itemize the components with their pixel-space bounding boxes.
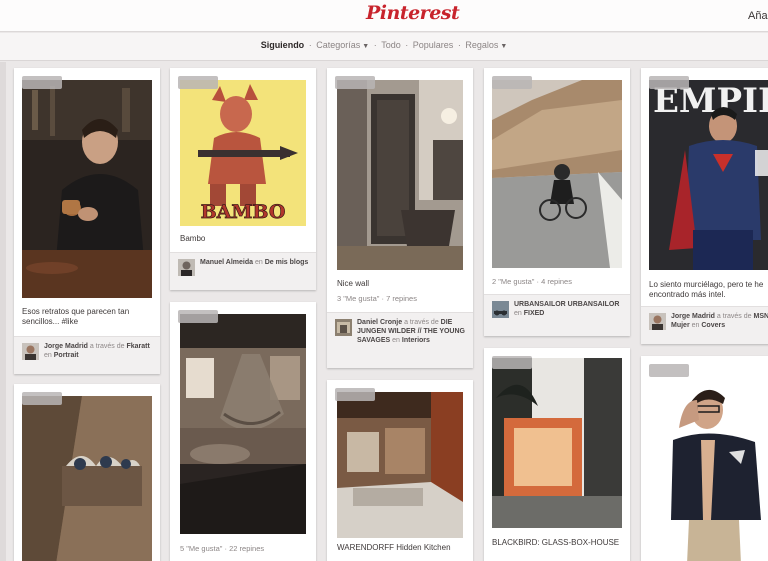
pin-image-man-drinking-coffee[interactable]: [22, 80, 152, 298]
attribution-user[interactable]: Daniel Cronje: [357, 319, 402, 326]
pin-image-hidden-kitchen[interactable]: [337, 392, 463, 538]
pin-image-man-in-blazer[interactable]: [649, 370, 768, 561]
pin-image-empire-magazine-cover[interactable]: EMPIRE: [649, 80, 768, 270]
category-nav: Siguiendo · Categorías ▼ · Todo · Popular…: [0, 33, 768, 61]
pin-image-glass-box-house[interactable]: [492, 358, 622, 528]
repin-button[interactable]: [178, 76, 218, 89]
attribution-board[interactable]: Portrait: [54, 352, 79, 359]
nav-siguiendo[interactable]: Siguiendo: [261, 40, 305, 50]
pin-description: Lo siento murciélago, pero te he encontr…: [649, 280, 764, 299]
attribution-user[interactable]: Manuel Almeida: [200, 259, 253, 266]
left-edge-pin-fragment: [0, 62, 6, 561]
attribution-user[interactable]: Jorge Madrid: [671, 313, 715, 320]
attribution-text: Jorge Madrid a través de Fkaratt en Port…: [44, 342, 156, 360]
attribution-board[interactable]: Covers: [701, 322, 725, 329]
pin-description: Bambo: [180, 234, 206, 243]
attribution-board[interactable]: Interiors: [402, 337, 430, 344]
pin-card-interior-bathtub[interactable]: Nice wall 3 "Me gusta" · 7 repines Danie…: [327, 68, 473, 368]
pin-description: BLACKBIRD: GLASS-BOX-HOUSE: [492, 538, 620, 547]
pin-attribution: Daniel Cronje a través de DIE JUNGEN WIL…: [327, 312, 473, 368]
nav-todo[interactable]: Todo: [381, 40, 401, 50]
pin-description: Esos retratos que parecen tan sencillos.…: [22, 307, 130, 326]
repin-button[interactable]: [22, 392, 62, 405]
pin-image-bambo-poster[interactable]: BAMBO: [180, 80, 306, 226]
pin-card-man-in-blazer[interactable]: [641, 356, 768, 561]
pin-attribution: Manuel Almeida en De mis blogs: [170, 252, 316, 290]
avatar[interactable]: [649, 313, 666, 330]
pin-image-tweed-jacket-pocket-square[interactable]: [22, 396, 152, 561]
repin-button[interactable]: [649, 364, 689, 377]
repin-button[interactable]: [492, 76, 532, 89]
nav-separator: ·: [405, 40, 409, 50]
attribution-on: en: [392, 337, 400, 344]
attribution-text: Jorge Madrid a través de MSN Mujer en Co…: [671, 312, 768, 330]
pin-card-bambo[interactable]: BAMBO Bambo Manuel Almeida en De mis blo…: [170, 68, 316, 290]
nav-separator: ·: [457, 40, 461, 50]
pin-card-hammock-loft[interactable]: 5 "Me gusta" · 22 repines: [170, 302, 316, 561]
pin-image-hammock-loft[interactable]: [180, 314, 306, 534]
pin-card-coffee-portrait[interactable]: Esos retratos que parecen tan sencillos.…: [14, 68, 160, 374]
pin-attribution: Jorge Madrid a través de Fkaratt en Port…: [14, 336, 160, 374]
repin-button[interactable]: [22, 76, 62, 89]
repin-button[interactable]: [335, 388, 375, 401]
pin-image-concrete-bathtub[interactable]: [337, 80, 463, 270]
nav-separator: ·: [373, 40, 377, 50]
top-bar: Pinterest Añad: [0, 0, 768, 32]
nav-regalos[interactable]: Regalos ▼: [465, 40, 507, 50]
attribution-board[interactable]: De mis blogs: [265, 259, 309, 266]
attribution-user[interactable]: URBANSAILOR URBANSAILOR: [514, 301, 619, 308]
repin-button[interactable]: [649, 76, 689, 89]
pin-stats: 2 "Me gusta" · 4 repines: [492, 277, 572, 286]
attribution-via: a través de: [404, 319, 439, 326]
pin-card-blackbird-house[interactable]: BLACKBIRD: GLASS-BOX-HOUSE: [484, 348, 630, 561]
avatar[interactable]: [178, 259, 195, 276]
attribution-text: Daniel Cronje a través de DIE JUNGEN WIL…: [357, 318, 469, 345]
bambo-poster-title: BAMBO: [201, 201, 286, 223]
avatar[interactable]: [335, 319, 352, 336]
nav-populares[interactable]: Populares: [413, 40, 454, 50]
add-link[interactable]: Añad: [748, 10, 768, 22]
nav-separator: ·: [308, 40, 312, 50]
pin-card-tweed-pocket[interactable]: [14, 384, 160, 561]
pin-description: Nice wall: [337, 279, 370, 288]
pin-image-mountain-cyclist[interactable]: [492, 80, 622, 268]
nav-categorias[interactable]: Categorías ▼: [316, 40, 369, 50]
pin-stats: 5 "Me gusta" · 22 repines: [180, 544, 265, 553]
attribution-on: en: [254, 259, 263, 266]
attribution-text: Manuel Almeida en De mis blogs: [200, 258, 312, 267]
attribution-on: en: [514, 310, 522, 317]
repin-button[interactable]: [492, 356, 532, 369]
attribution-text: URBANSAILOR URBANSAILOR en FIXED: [514, 300, 626, 318]
attribution-on: en: [44, 352, 52, 359]
pin-card-cyclist[interactable]: 2 "Me gusta" · 4 repines URBANSAILOR URB…: [484, 68, 630, 336]
chevron-down-icon: ▼: [362, 43, 370, 50]
attribution-on: en: [691, 322, 700, 329]
attribution-user[interactable]: Jorge Madrid: [44, 343, 88, 350]
attribution-via: a través de: [716, 313, 752, 320]
pin-card-hidden-kitchen[interactable]: WARENDORFF Hidden Kitchen: [327, 380, 473, 561]
repin-button[interactable]: [178, 310, 218, 323]
pin-attribution: URBANSAILOR URBANSAILOR en FIXED: [484, 294, 630, 336]
pin-stats: 3 "Me gusta" · 7 repines: [337, 294, 417, 303]
pinterest-logo[interactable]: Pinterest: [366, 2, 460, 24]
avatar[interactable]: [492, 301, 509, 318]
nav-regalos-label: Regalos: [465, 40, 499, 50]
attribution-source[interactable]: Fkaratt: [127, 343, 150, 350]
nav-categorias-label: Categorías: [316, 40, 361, 50]
attribution-board[interactable]: FIXED: [524, 310, 545, 317]
pin-card-empire-cover[interactable]: EMPIRE Lo siento murciélago, pero te he …: [641, 68, 768, 344]
repin-button[interactable]: [335, 76, 375, 89]
pin-description: WARENDORFF Hidden Kitchen: [337, 543, 451, 552]
pin-attribution: Jorge Madrid a través de MSN Mujer en Co…: [641, 306, 768, 344]
avatar[interactable]: [22, 343, 39, 360]
chevron-down-icon: ▼: [500, 43, 508, 50]
attribution-via: a través de: [89, 343, 125, 350]
